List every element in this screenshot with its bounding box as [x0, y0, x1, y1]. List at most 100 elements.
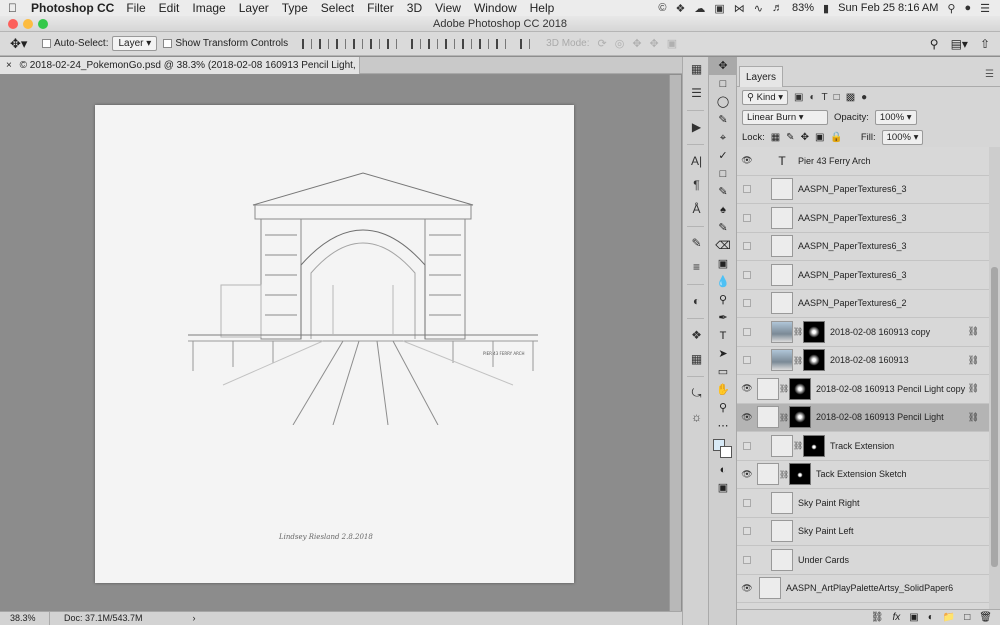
- character-panel-icon[interactable]: A|: [683, 149, 710, 173]
- mask-link-icon[interactable]: ⛓: [779, 384, 789, 393]
- menu-3d[interactable]: 3D: [407, 1, 422, 15]
- auto-select-dropdown[interactable]: Layer ▾: [112, 36, 158, 51]
- layer-mask-thumbnail[interactable]: [789, 406, 811, 429]
- brushes-panel-icon[interactable]: ≡: [683, 255, 710, 279]
- align-right-icon[interactable]: [387, 38, 398, 49]
- zoom-window-button[interactable]: [38, 19, 48, 29]
- move-tool-preset-icon[interactable]: ✥▾: [10, 36, 36, 52]
- align-top-icon[interactable]: [302, 38, 313, 49]
- dropbox-icon[interactable]: ❖: [676, 2, 686, 15]
- clone-stamp-tool-icon[interactable]: ♠: [709, 201, 737, 219]
- filter-adjustment-icon[interactable]: ◐: [810, 92, 816, 103]
- distribute-left-icon[interactable]: [462, 38, 473, 49]
- visibility-toggle[interactable]: [743, 213, 751, 222]
- mask-link-icon[interactable]: ⛓: [779, 413, 789, 422]
- menu-type[interactable]: Type: [282, 1, 308, 15]
- copyright-icon[interactable]: ©: [658, 2, 666, 14]
- share-icon[interactable]: ⇧: [980, 37, 990, 51]
- layer-row[interactable]: 👁 ⛓ Tack Extension Sketch: [737, 461, 989, 489]
- menu-file[interactable]: File: [126, 1, 145, 15]
- filter-shape-icon[interactable]: □: [834, 92, 840, 103]
- lock-artboard-icon[interactable]: ▣: [815, 132, 824, 143]
- layer-name[interactable]: AASPN_PaperTextures6_3: [798, 184, 907, 194]
- battery-icon[interactable]: ▮: [823, 2, 829, 15]
- blend-mode-dropdown[interactable]: Linear Burn ▾: [742, 109, 828, 125]
- history-brush-tool-icon[interactable]: ✎: [709, 219, 737, 237]
- menu-help[interactable]: Help: [530, 1, 555, 15]
- display-icon[interactable]: ▣: [714, 2, 724, 15]
- document-tab[interactable]: × © 2018-02-24_PokemonGo.psd @ 38.3% (20…: [0, 57, 360, 74]
- visibility-toggle[interactable]: [743, 327, 751, 336]
- layer-row[interactable]: AASPN_PaperTextures6_2: [737, 290, 989, 318]
- layer-row[interactable]: ⛓ 2018-02-08 160913 copy ⛓: [737, 318, 989, 347]
- dodge-tool-icon[interactable]: ⚲: [709, 291, 737, 309]
- lasso-tool-icon[interactable]: ◯: [709, 93, 737, 111]
- layer-row[interactable]: 👁 ⛓ 2018-02-08 160913 Pencil Light copy …: [737, 375, 989, 404]
- actions-panel-icon[interactable]: ▶: [683, 115, 710, 139]
- visibility-eye-icon[interactable]: 👁: [737, 583, 757, 594]
- align-left-icon[interactable]: [353, 38, 364, 49]
- layer-mask-thumbnail[interactable]: [803, 349, 825, 372]
- menu-filter[interactable]: Filter: [367, 1, 394, 15]
- visibility-toggle[interactable]: [743, 356, 751, 365]
- filter-kind-dropdown[interactable]: ⚲ Kind ▾: [742, 89, 789, 105]
- filter-smart-object-icon[interactable]: ▩: [846, 92, 855, 103]
- layer-mask-thumbnail[interactable]: [789, 377, 811, 400]
- layer-name[interactable]: AASPN_ArtPlayPaletteArtsy_SolidPaper6: [786, 583, 953, 593]
- lock-image-icon[interactable]: ✎: [786, 132, 794, 143]
- visibility-eye-icon[interactable]: 👁: [737, 469, 757, 480]
- visibility-toggle[interactable]: [743, 527, 751, 536]
- gradient-tool-icon[interactable]: ▣: [709, 255, 737, 273]
- screen-mode-icon[interactable]: ▣: [709, 479, 737, 497]
- layers-scroll-thumb[interactable]: [991, 267, 998, 567]
- notification-icon[interactable]: ☰: [980, 2, 990, 15]
- blur-tool-icon[interactable]: 💧: [709, 273, 737, 291]
- filter-type-icon[interactable]: T: [822, 92, 828, 103]
- app-menu[interactable]: Photoshop CC: [31, 1, 114, 15]
- layer-row[interactable]: Sky Paint Right: [737, 489, 989, 518]
- visibility-toggle[interactable]: [743, 441, 751, 450]
- layer-row[interactable]: Sky Paint Left: [737, 518, 989, 546]
- layer-name[interactable]: AASPN_PaperTextures6_3: [798, 270, 907, 280]
- visibility-toggle[interactable]: [743, 270, 751, 279]
- path-selection-tool-icon[interactable]: ➤: [709, 345, 737, 363]
- brush-tool-icon[interactable]: ✎: [709, 183, 737, 201]
- rectangle-tool-icon[interactable]: ▭: [709, 363, 737, 381]
- opacity-field[interactable]: 100% ▾: [874, 109, 917, 125]
- layer-row[interactable]: AASPN_PaperTextures6_3: [737, 233, 989, 261]
- distribute-hcenter-icon[interactable]: [479, 38, 490, 49]
- layer-row[interactable]: ⛓ 2018-02-08 160913 ⛓: [737, 347, 989, 375]
- menu-layer[interactable]: Layer: [239, 1, 269, 15]
- lock-position-icon[interactable]: ✥: [801, 132, 809, 143]
- menu-window[interactable]: Window: [474, 1, 517, 15]
- lock-all-icon[interactable]: 🔒: [830, 132, 842, 143]
- visibility-eye-icon[interactable]: 👁: [737, 155, 757, 166]
- clock[interactable]: Sun Feb 25 8:16 AM: [838, 2, 938, 14]
- cloud-icon[interactable]: ☁: [694, 2, 705, 15]
- new-group-icon[interactable]: 📁: [943, 612, 955, 623]
- mask-link-icon[interactable]: ⛓: [793, 441, 803, 450]
- distribute-top-icon[interactable]: [411, 38, 422, 49]
- swatches-panel-icon[interactable]: ▦: [683, 347, 710, 371]
- layer-name[interactable]: Tack Extension Sketch: [816, 469, 907, 479]
- brush-settings-panel-icon[interactable]: ✎: [683, 231, 710, 255]
- layer-row-selected[interactable]: 👁 ⛓ 2018-02-08 160913 Pencil Light ⛓: [737, 403, 989, 432]
- document-size[interactable]: Doc: 37.1M/543.7M: [50, 612, 143, 625]
- visibility-toggle[interactable]: [743, 185, 751, 194]
- type-tool-icon[interactable]: T: [709, 327, 737, 345]
- move-tool-icon[interactable]: ✥: [709, 57, 737, 75]
- layer-name[interactable]: 2018-02-08 160913: [830, 355, 909, 365]
- layer-mask-thumbnail[interactable]: [803, 320, 825, 343]
- distribute-vcenter-icon[interactable]: [428, 38, 439, 49]
- spotlight-icon[interactable]: ⚲: [947, 2, 955, 15]
- filter-pixel-icon[interactable]: ▣: [794, 92, 803, 103]
- visibility-eye-icon[interactable]: 👁: [737, 412, 757, 423]
- lock-transparent-icon[interactable]: ▦: [771, 132, 780, 143]
- crop-tool-icon[interactable]: ⌖: [709, 129, 737, 147]
- marquee-tool-icon[interactable]: □: [709, 75, 737, 93]
- layer-row[interactable]: AASPN_PaperTextures6_3: [737, 176, 989, 204]
- mask-link-icon[interactable]: ⛓: [793, 327, 803, 336]
- glyphs-panel-icon[interactable]: Å: [683, 197, 710, 221]
- add-mask-icon[interactable]: ▣: [909, 612, 918, 623]
- panel-menu-icon[interactable]: ☰: [985, 69, 994, 80]
